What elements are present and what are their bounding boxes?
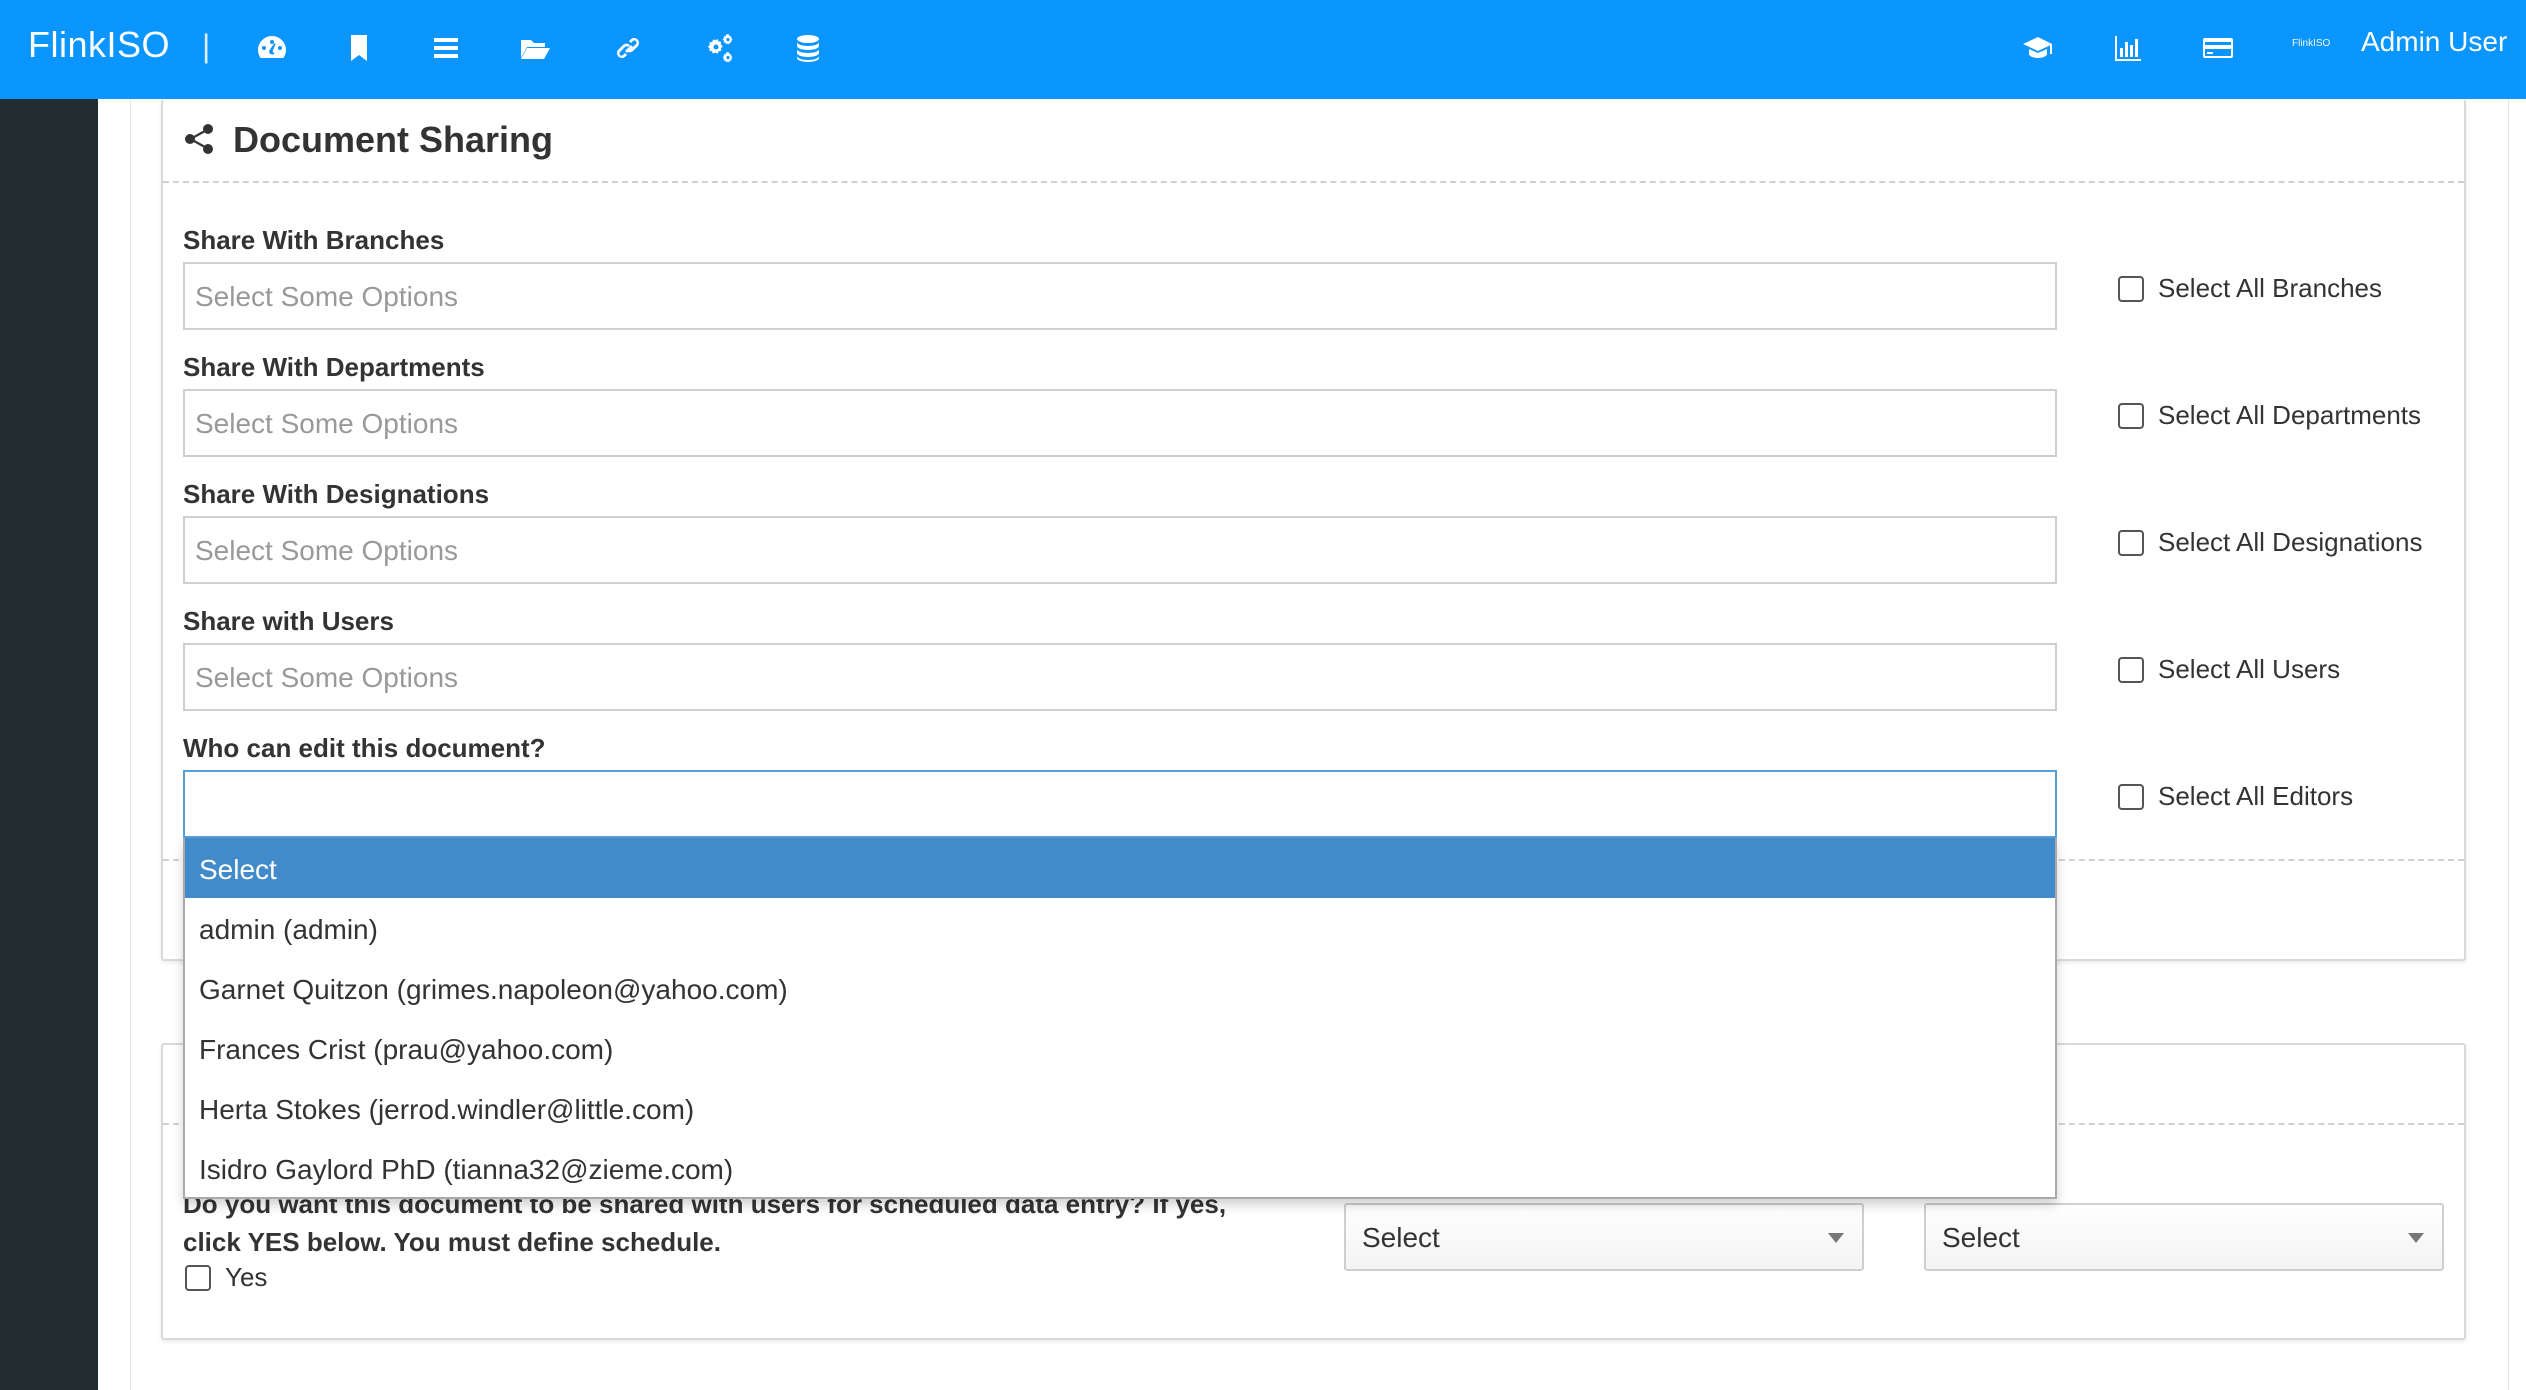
brand-separator: | — [202, 28, 211, 64]
graduation-cap-icon[interactable] — [2018, 28, 2058, 68]
editor-option[interactable]: Garnet Quitzon (grimes.napoleon@yahoo.co… — [185, 958, 2055, 1018]
departments-multiselect[interactable]: Select Some Options — [183, 389, 2057, 457]
schedule-select-2-value: Select — [1942, 1222, 2020, 1253]
editor-option[interactable]: Frances Crist (prau@yahoo.com) — [185, 1018, 2055, 1078]
cogs-icon[interactable] — [700, 28, 740, 68]
caret-down-icon — [2408, 1233, 2424, 1243]
designations-multiselect[interactable]: Select Some Options — [183, 516, 2057, 584]
panel-title: Document Sharing — [233, 119, 554, 160]
select-all-branches[interactable]: Select All Branches — [2118, 273, 2382, 304]
editor-option[interactable]: Select — [185, 838, 2055, 898]
share-icon — [183, 123, 215, 155]
schedule-yes-label: Yes — [225, 1262, 268, 1292]
select-all-editors[interactable]: Select All Editors — [2118, 781, 2353, 812]
select-all-users-checkbox[interactable] — [2118, 656, 2144, 683]
editor-option[interactable]: Isidro Gaylord PhD (tianna32@zieme.com) — [185, 1138, 2055, 1198]
editors-search-input[interactable] — [183, 770, 2057, 838]
users-label: Share with Users — [183, 606, 394, 636]
editor-option[interactable]: admin (admin) — [185, 898, 2055, 958]
designations-label: Share With Designations — [183, 479, 490, 509]
users-multiselect[interactable]: Select Some Options — [183, 643, 2057, 711]
select-all-departments-checkbox[interactable] — [2118, 402, 2144, 429]
branches-label: Share With Branches — [183, 225, 445, 255]
schedule-yes[interactable]: Yes — [185, 1262, 267, 1293]
bookmark-icon[interactable] — [339, 28, 379, 68]
select-all-users[interactable]: Select All Users — [2118, 654, 2340, 685]
credit-card-icon[interactable] — [2198, 28, 2238, 68]
select-all-designations-label: Select All Designations — [2158, 527, 2423, 557]
select-all-departments-label: Select All Departments — [2158, 400, 2422, 430]
folder-open-icon[interactable] — [515, 28, 555, 68]
mini-brand-logo: FlinkISO — [2292, 38, 2331, 49]
database-icon[interactable] — [788, 28, 828, 68]
bar-chart-icon[interactable] — [2108, 28, 2148, 68]
dashboard-icon[interactable] — [252, 28, 292, 68]
editors-label: Who can edit this document? — [183, 733, 546, 763]
select-all-editors-label: Select All Editors — [2158, 781, 2354, 811]
sidebar — [0, 99, 98, 1390]
list-icon[interactable] — [426, 28, 466, 68]
schedule-select-1[interactable]: Select — [1344, 1203, 1864, 1271]
schedule-select-2[interactable]: Select — [1924, 1203, 2444, 1271]
select-all-designations-checkbox[interactable] — [2118, 529, 2144, 556]
link-icon[interactable] — [608, 28, 648, 68]
editors-dropdown: Select admin (admin) Garnet Quitzon (gri… — [183, 838, 2057, 1199]
select-all-designations[interactable]: Select All Designations — [2118, 527, 2422, 558]
brand-logo[interactable]: FlinkISO — [28, 24, 170, 66]
editor-option[interactable]: Herta Stokes (jerrod.windler@little.com) — [185, 1078, 2055, 1138]
content-gutter-left — [130, 99, 131, 1390]
panel-header: Document Sharing — [163, 99, 2464, 183]
select-all-branches-label: Select All Branches — [2158, 273, 2383, 303]
select-all-branches-checkbox[interactable] — [2118, 275, 2144, 302]
select-all-users-label: Select All Users — [2158, 654, 2341, 684]
top-navbar: FlinkISO | FlinkISO Admin User — [0, 0, 2526, 99]
select-all-departments[interactable]: Select All Departments — [2118, 400, 2421, 431]
departments-label: Share With Departments — [183, 352, 485, 382]
branches-multiselect[interactable]: Select Some Options — [183, 262, 2057, 330]
caret-down-icon — [1828, 1233, 1844, 1243]
schedule-yes-checkbox[interactable] — [185, 1264, 211, 1291]
select-all-editors-checkbox[interactable] — [2118, 783, 2144, 810]
user-menu[interactable]: Admin User — [2361, 26, 2507, 58]
content-gutter-right — [2508, 99, 2509, 1390]
schedule-select-1-value: Select — [1362, 1222, 1440, 1253]
